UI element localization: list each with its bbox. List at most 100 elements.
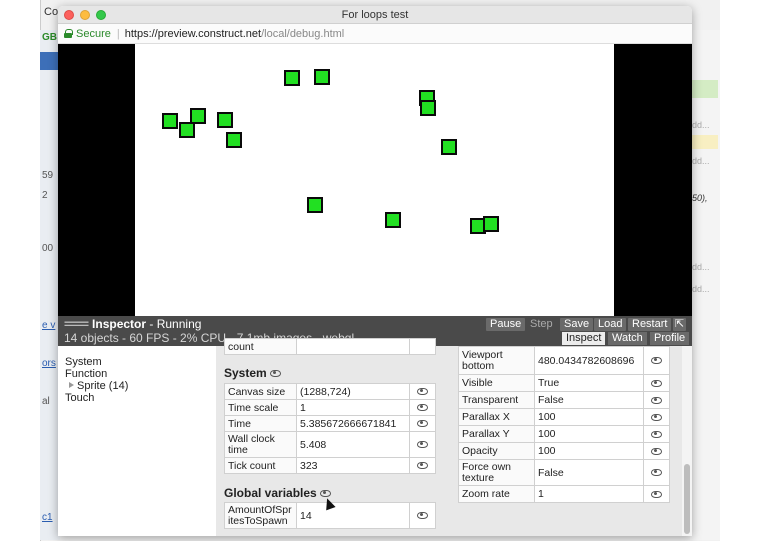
sprite[interactable] <box>162 113 178 129</box>
eye-icon[interactable] <box>651 396 662 404</box>
eye-icon[interactable] <box>651 447 662 455</box>
background-tab[interactable]: Co <box>44 6 58 18</box>
property-key: Viewport bottom <box>458 346 535 375</box>
table-row: Opacity 100 <box>458 442 670 460</box>
sprite[interactable] <box>226 132 242 148</box>
tree-item-system[interactable]: System <box>65 356 216 368</box>
table-row: Force own texture False <box>458 459 670 486</box>
expand-arrow-icon[interactable] <box>69 382 74 388</box>
sprite[interactable] <box>420 100 436 116</box>
eye-icon[interactable] <box>417 441 428 449</box>
sprite[interactable] <box>307 197 323 213</box>
tab-watch[interactable]: Watch <box>608 332 647 345</box>
sprite[interactable] <box>441 139 457 155</box>
eye-icon[interactable] <box>417 512 428 520</box>
property-value[interactable]: 323 <box>296 457 410 474</box>
property-value[interactable]: 480.0434782608696 <box>534 346 644 375</box>
eye-icon[interactable] <box>651 413 662 421</box>
tab-inspect[interactable]: Inspect <box>562 332 606 345</box>
property-value[interactable]: 1 <box>534 485 644 503</box>
background-link[interactable]: e v <box>42 320 55 331</box>
property-value[interactable]: 100 <box>534 442 644 460</box>
watch-cell[interactable] <box>643 346 670 375</box>
property-key: Time scale <box>224 399 297 416</box>
sprite[interactable] <box>217 112 233 128</box>
sprite[interactable] <box>314 69 330 85</box>
eye-icon[interactable] <box>651 379 662 387</box>
property-value[interactable]: 100 <box>534 425 644 443</box>
background-label: GB <box>42 32 57 43</box>
sprite[interactable] <box>284 70 300 86</box>
watch-cell[interactable] <box>643 442 670 460</box>
watch-cell[interactable] <box>643 459 670 486</box>
property-value[interactable] <box>296 338 410 355</box>
inspector-title[interactable]: ==== Inspector - Running <box>64 317 201 331</box>
sprite[interactable] <box>385 212 401 228</box>
table-row: Parallax Y 100 <box>458 425 670 443</box>
eye-icon[interactable] <box>417 404 428 412</box>
eye-icon[interactable] <box>269 370 281 378</box>
sprite[interactable] <box>179 122 195 138</box>
background-label: 59 <box>42 170 54 181</box>
table-row: count <box>224 338 436 355</box>
watch-cell[interactable] <box>643 374 670 392</box>
property-value[interactable]: 1 <box>296 399 410 416</box>
watch-cell[interactable] <box>409 399 436 416</box>
system-section-title: System <box>224 366 281 380</box>
background-label: 2 <box>42 190 48 201</box>
property-value[interactable]: (1288,724) <box>296 383 410 400</box>
section-title-label: System <box>224 366 267 380</box>
tree-item-function[interactable]: Function <box>65 368 216 380</box>
eye-icon[interactable] <box>651 490 662 498</box>
tree-item-sprite[interactable]: Sprite (14) <box>65 380 216 392</box>
sprite[interactable] <box>483 216 499 232</box>
background-link[interactable]: c1 <box>42 512 53 523</box>
url-host[interactable]: https://preview.construct.net <box>125 28 261 40</box>
step-button[interactable]: Step <box>526 318 557 331</box>
eye-icon[interactable] <box>417 388 428 396</box>
pause-button[interactable]: Pause <box>486 318 526 331</box>
watch-cell[interactable] <box>409 457 436 474</box>
property-value[interactable]: False <box>534 459 644 486</box>
property-key: Force own texture <box>458 459 535 486</box>
eye-icon[interactable] <box>651 430 662 438</box>
lock-icon <box>64 29 73 38</box>
scrollbar-thumb[interactable] <box>684 464 690 534</box>
address-bar[interactable]: Secure | https://preview.construct.net/l… <box>58 24 692 44</box>
inspector-body: System Function Sprite (14) Touch count … <box>58 338 692 536</box>
eye-icon[interactable] <box>651 357 662 365</box>
property-value[interactable]: 14 <box>296 502 410 529</box>
save-button[interactable]: Save <box>560 318 594 331</box>
watch-cell[interactable] <box>409 383 436 400</box>
eye-icon[interactable] <box>651 469 662 477</box>
drag-handle-icon[interactable]: ==== <box>64 317 89 331</box>
property-value[interactable]: False <box>534 391 644 409</box>
watch-cell[interactable] <box>643 408 670 426</box>
property-key: Canvas size <box>224 383 297 400</box>
watch-cell[interactable] <box>409 502 436 529</box>
eye-icon[interactable] <box>417 462 428 470</box>
table-row: Visible True <box>458 374 670 392</box>
property-value[interactable]: 5.385672666671841 <box>296 415 410 432</box>
tab-profile[interactable]: Profile <box>650 332 690 345</box>
game-canvas[interactable] <box>135 44 614 316</box>
inspector-title-label: Inspector <box>92 317 147 331</box>
watch-cell[interactable] <box>643 425 670 443</box>
load-button[interactable]: Load <box>594 318 627 331</box>
watch-cell[interactable] <box>409 431 436 458</box>
window-title: For loops test <box>341 9 409 21</box>
secure-label: Secure <box>76 27 111 40</box>
url-path[interactable]: /local/debug.html <box>261 28 344 40</box>
watch-cell[interactable] <box>409 415 436 432</box>
watch-cell[interactable] <box>643 485 670 503</box>
property-value[interactable]: 5.408 <box>296 431 410 458</box>
global-variables-section-title: Global variables <box>224 486 331 500</box>
background-link[interactable]: ors <box>42 358 56 369</box>
popout-icon[interactable]: ⇱ <box>673 318 686 331</box>
watch-cell[interactable] <box>643 391 670 409</box>
property-value[interactable]: True <box>534 374 644 392</box>
tree-item-touch[interactable]: Touch <box>65 392 216 404</box>
eye-icon[interactable] <box>417 420 428 428</box>
restart-button[interactable]: Restart <box>628 318 672 331</box>
property-value[interactable]: 100 <box>534 408 644 426</box>
